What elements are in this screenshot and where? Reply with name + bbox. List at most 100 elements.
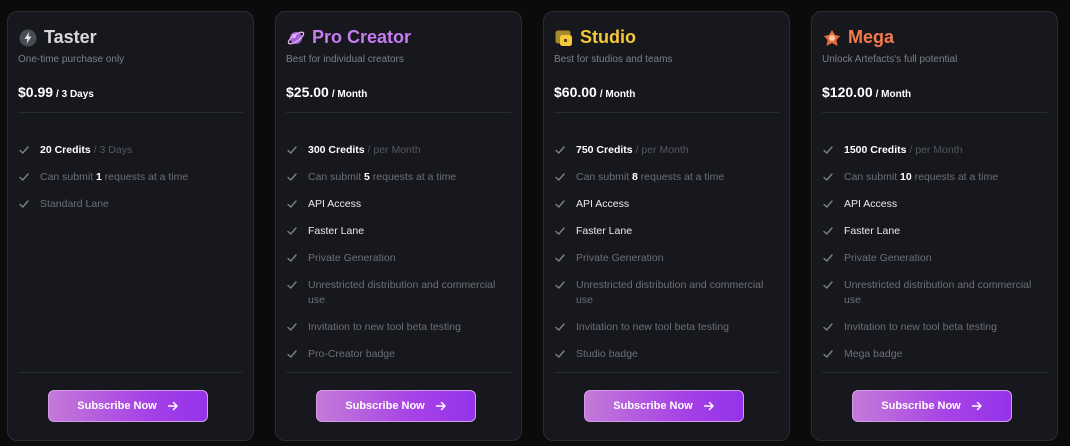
check-icon bbox=[19, 146, 29, 154]
feature-pre: Can submit bbox=[844, 171, 901, 183]
feature-post: requests at a time bbox=[101, 171, 189, 183]
plan-subtitle: Best for studios and teams bbox=[554, 54, 673, 65]
feature-item: API Access bbox=[554, 197, 779, 212]
feature-list: 20 Credits / 3 Days Can submit 1 requests… bbox=[18, 143, 243, 224]
check-icon bbox=[287, 323, 297, 331]
check-icon bbox=[555, 200, 565, 208]
feature-text: Private Generation bbox=[308, 251, 396, 266]
feature-strong: 20 Credits bbox=[40, 144, 91, 156]
check-icon bbox=[287, 281, 297, 289]
feature-text: Unrestricted distribution and commercial… bbox=[844, 278, 1047, 308]
feature-item: Mega badge bbox=[822, 347, 1047, 362]
plan-card-taster: Taster One-time purchase only $0.99 / 3 … bbox=[7, 11, 254, 441]
feature-muted: / per Month bbox=[364, 144, 421, 156]
feature-pre: Private Generation bbox=[576, 252, 664, 264]
check-icon bbox=[555, 146, 565, 154]
feature-pre: Pro-Creator badge bbox=[308, 348, 395, 360]
feature-text: Pro-Creator badge bbox=[308, 347, 395, 362]
divider bbox=[554, 112, 779, 113]
arrow-right-icon bbox=[435, 401, 446, 411]
feature-muted: / per Month bbox=[906, 144, 963, 156]
arrow-right-icon bbox=[971, 401, 982, 411]
check-icon bbox=[555, 254, 565, 262]
check-icon bbox=[823, 200, 833, 208]
price-period: / Month bbox=[875, 89, 912, 100]
subscribe-button-label: Subscribe Now bbox=[345, 400, 425, 412]
feature-item: Invitation to new tool beta testing bbox=[286, 320, 511, 335]
price-amount: $120.00 bbox=[822, 84, 873, 100]
check-icon bbox=[555, 227, 565, 235]
feature-text: Faster Lane bbox=[308, 224, 364, 239]
check-icon bbox=[287, 254, 297, 262]
plan-subtitle: Unlock Artefacts's full potential bbox=[822, 54, 958, 65]
divider bbox=[554, 372, 779, 373]
feature-text: Invitation to new tool beta testing bbox=[844, 320, 997, 335]
divider bbox=[18, 112, 243, 113]
plan-name: Mega bbox=[848, 27, 895, 47]
feature-text: Invitation to new tool beta testing bbox=[576, 320, 729, 335]
divider bbox=[286, 372, 511, 373]
feature-text: Unrestricted distribution and commercial… bbox=[576, 278, 779, 308]
feature-pre: Studio badge bbox=[576, 348, 638, 360]
check-icon bbox=[555, 323, 565, 331]
feature-list: 300 Credits / per Month Can submit 5 requ… bbox=[286, 143, 511, 374]
feature-text: Can submit 5 requests at a time bbox=[308, 170, 456, 185]
feature-pre: Can submit bbox=[40, 171, 97, 183]
feature-text: API Access bbox=[844, 197, 897, 212]
feature-pre: Can submit bbox=[576, 171, 633, 183]
price-amount: $60.00 bbox=[554, 84, 597, 100]
feature-item: Standard Lane bbox=[18, 197, 243, 212]
feature-item: Faster Lane bbox=[554, 224, 779, 239]
feature-pre: Unrestricted distribution and commercial… bbox=[576, 279, 764, 306]
check-icon bbox=[823, 227, 833, 235]
studio-icon bbox=[554, 28, 574, 48]
subscribe-button-label: Subscribe Now bbox=[77, 400, 157, 412]
feature-item: 300 Credits / per Month bbox=[286, 143, 511, 158]
feature-text: Mega badge bbox=[844, 347, 902, 362]
feature-post: requests at a time bbox=[369, 171, 457, 183]
plan-header: Studio bbox=[554, 27, 636, 48]
feature-text: 750 Credits / per Month bbox=[576, 143, 689, 158]
feature-list: 750 Credits / per Month Can submit 8 requ… bbox=[554, 143, 779, 374]
feature-item: Unrestricted distribution and commercial… bbox=[286, 278, 511, 308]
feature-item: Unrestricted distribution and commercial… bbox=[822, 278, 1047, 308]
price-period: / Month bbox=[331, 89, 368, 100]
feature-list: 1500 Credits / per Month Can submit 10 re… bbox=[822, 143, 1047, 374]
plan-name: Taster bbox=[44, 27, 97, 47]
feature-strong: 750 Credits bbox=[576, 144, 633, 156]
plan-header: Pro Creator bbox=[286, 27, 411, 48]
plan-price: $0.99 / 3 Days bbox=[18, 84, 94, 100]
mega-icon bbox=[822, 28, 842, 48]
feature-item: 1500 Credits / per Month bbox=[822, 143, 1047, 158]
check-icon bbox=[287, 173, 297, 181]
feature-pre: Invitation to new tool beta testing bbox=[576, 321, 729, 333]
feature-pre: Faster Lane bbox=[844, 225, 901, 237]
feature-text: Private Generation bbox=[844, 251, 932, 266]
feature-text: Can submit 10 requests at a time bbox=[844, 170, 998, 185]
feature-text: API Access bbox=[576, 197, 629, 212]
plan-header: Taster bbox=[18, 27, 97, 48]
feature-muted: / 3 Days bbox=[90, 144, 133, 156]
subscribe-button[interactable]: Subscribe Now bbox=[48, 390, 208, 422]
feature-text: Standard Lane bbox=[40, 197, 109, 212]
check-icon bbox=[823, 254, 833, 262]
subscribe-button[interactable]: Subscribe Now bbox=[584, 390, 744, 422]
feature-item: Invitation to new tool beta testing bbox=[822, 320, 1047, 335]
subscribe-button[interactable]: Subscribe Now bbox=[316, 390, 476, 422]
plan-price: $120.00 / Month bbox=[822, 84, 911, 100]
feature-pre: Can submit bbox=[308, 171, 365, 183]
feature-pre: API Access bbox=[308, 198, 362, 210]
feature-text: 20 Credits / 3 Days bbox=[40, 143, 132, 158]
check-icon bbox=[823, 173, 833, 181]
feature-item: Studio badge bbox=[554, 347, 779, 362]
subscribe-button[interactable]: Subscribe Now bbox=[852, 390, 1012, 422]
feature-pre: Private Generation bbox=[308, 252, 396, 264]
plan-card-pro-creator: Pro Creator Best for individual creators… bbox=[275, 11, 522, 441]
feature-pre: Invitation to new tool beta testing bbox=[308, 321, 461, 333]
arrow-right-icon bbox=[167, 401, 178, 411]
feature-pre: Invitation to new tool beta testing bbox=[844, 321, 997, 333]
check-icon bbox=[287, 350, 297, 358]
divider bbox=[18, 372, 243, 373]
feature-item: 750 Credits / per Month bbox=[554, 143, 779, 158]
check-icon bbox=[823, 281, 833, 289]
